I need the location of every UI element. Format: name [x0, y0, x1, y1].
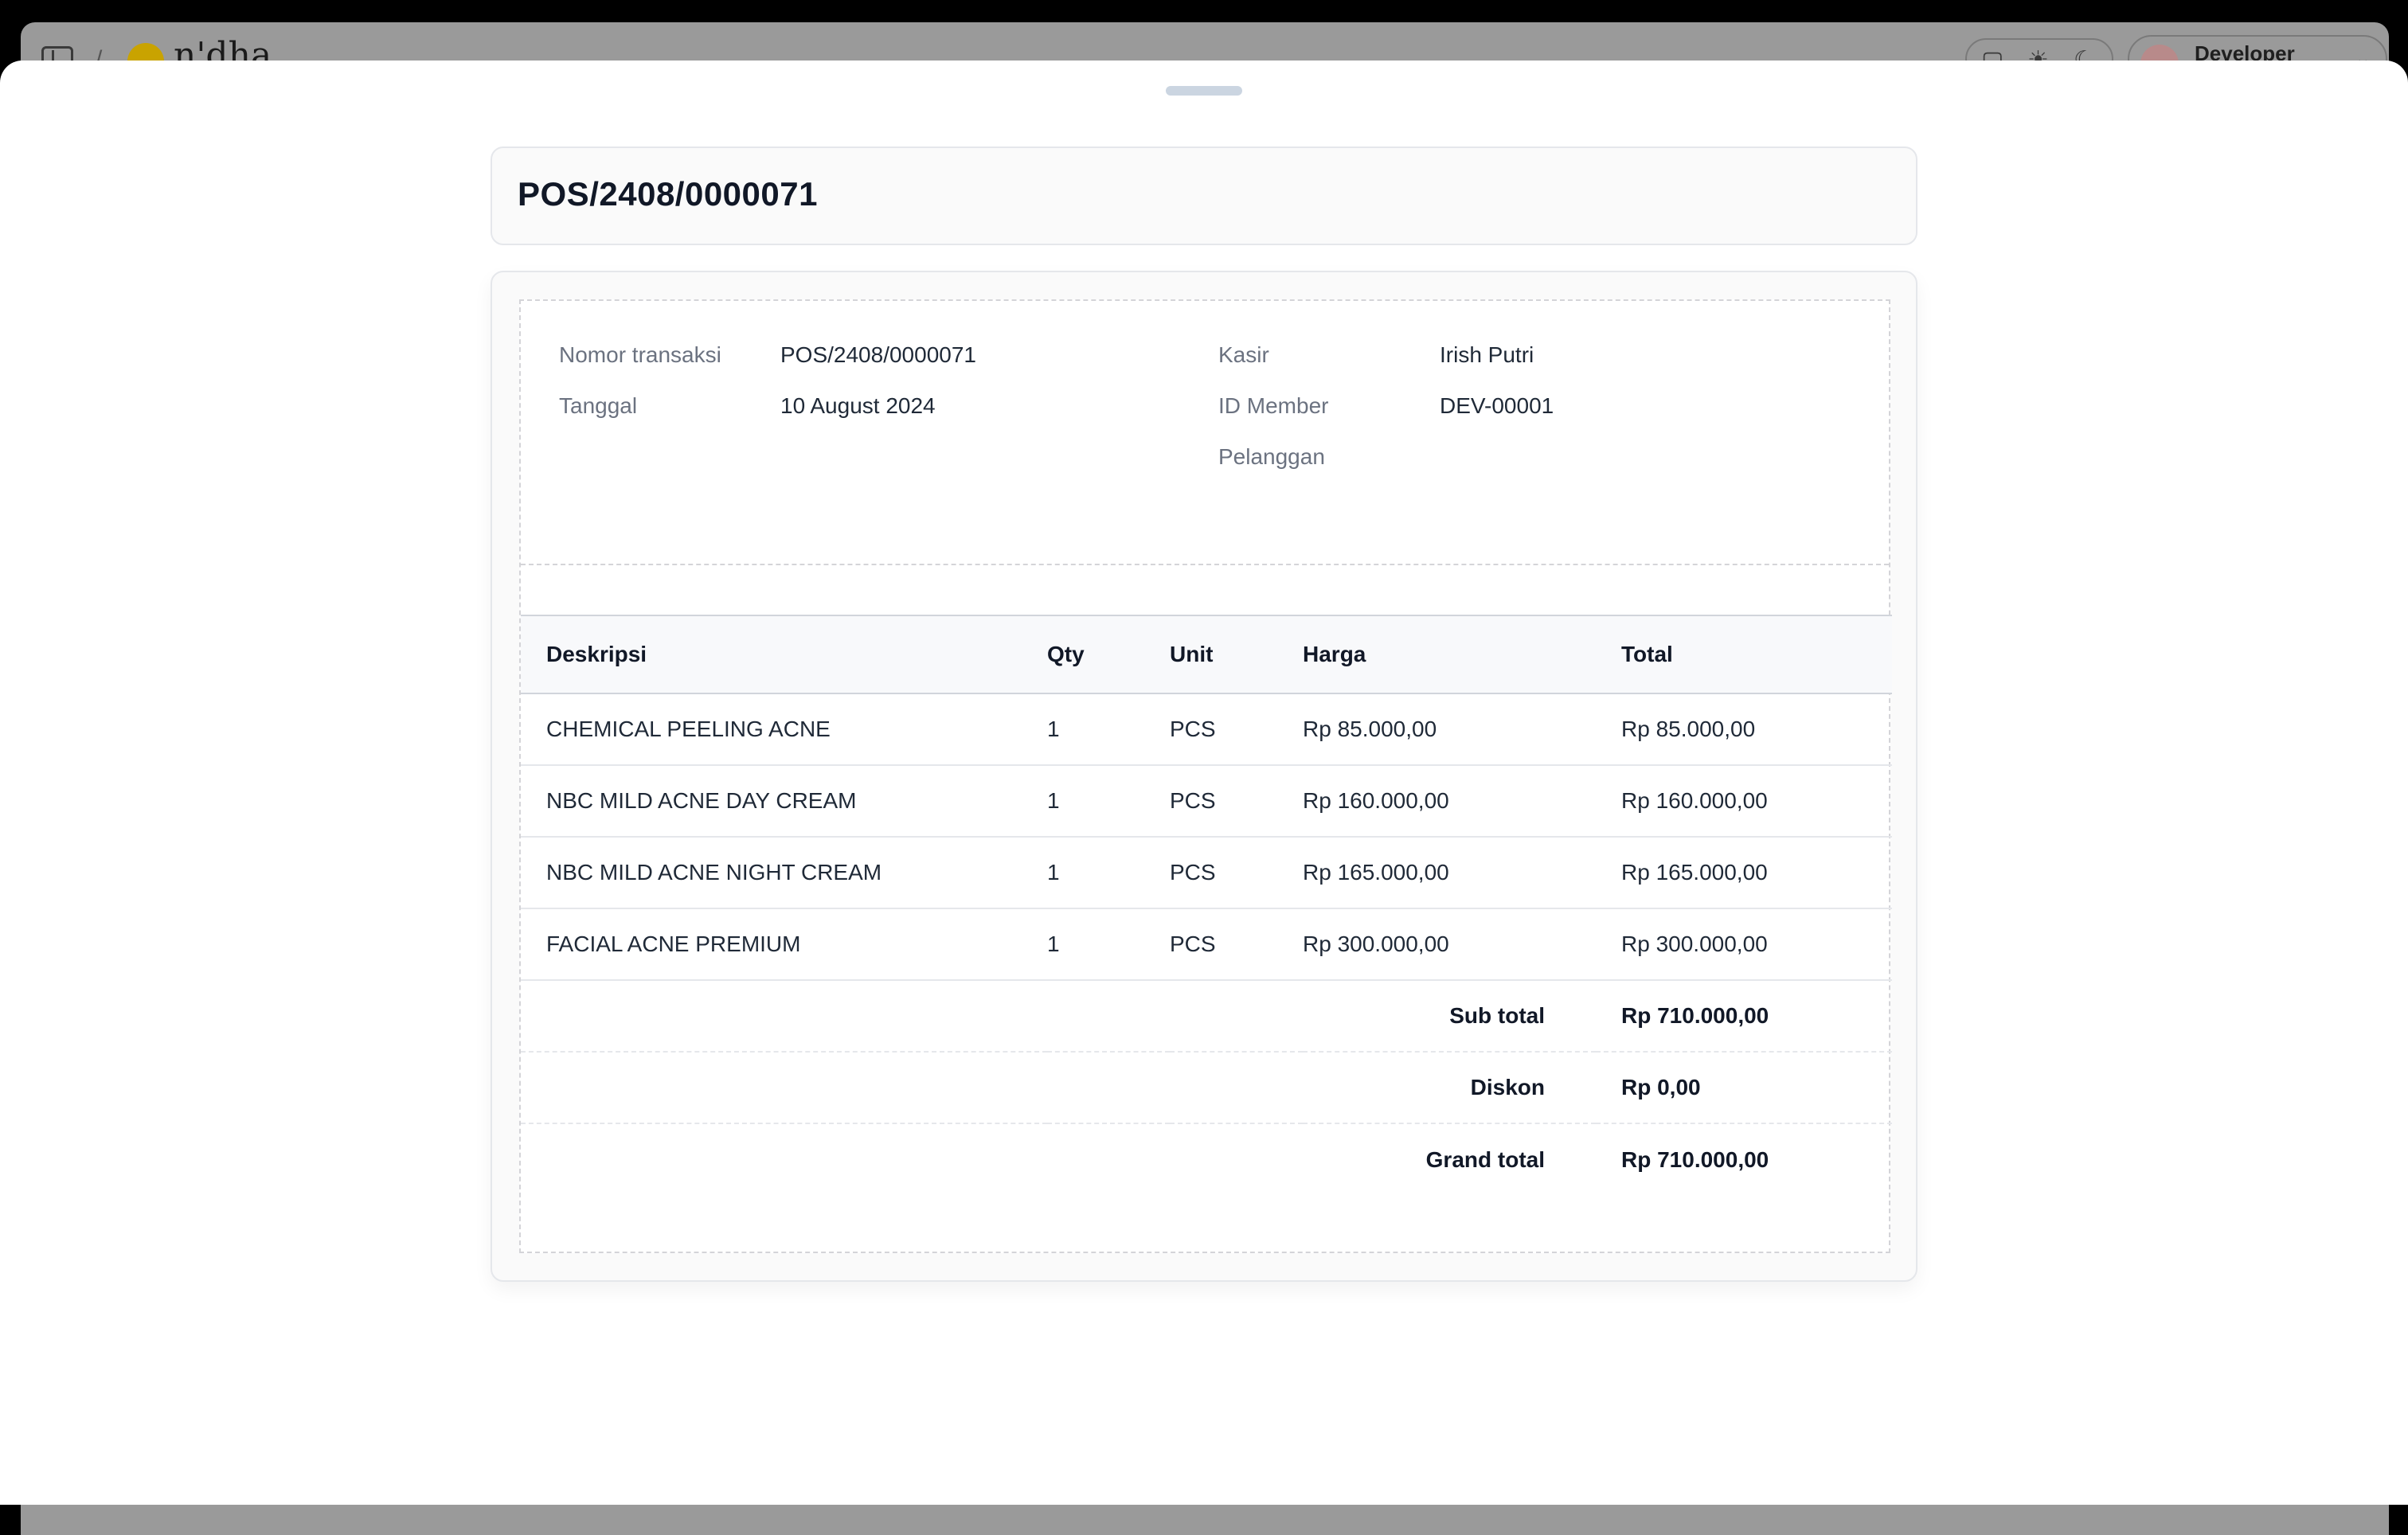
cell-unit: PCS	[1170, 717, 1216, 741]
column-header-price: Harga	[1303, 642, 1366, 666]
transaction-detail-sheet: POS/2408/0000071 Nomor transaksi POS/240…	[0, 61, 2408, 1505]
transaction-info: Nomor transaksi POS/2408/0000071 Tanggal…	[521, 301, 1889, 565]
table-row: NBC MILD ACNE NIGHT CREAM 1 PCS Rp 165.0…	[521, 837, 1892, 908]
cell-total: Rp 165.000,00	[1621, 860, 1768, 885]
column-header-description: Deskripsi	[546, 642, 647, 666]
discount-value: Rp 0,00	[1621, 1075, 1701, 1099]
cell-price: Rp 165.000,00	[1303, 860, 1449, 885]
cell-description: FACIAL ACNE PREMIUM	[546, 932, 801, 956]
cell-price: Rp 300.000,00	[1303, 932, 1449, 956]
cell-price: Rp 85.000,00	[1303, 717, 1437, 741]
items-table: Deskripsi Qty Unit Harga Total CHEMICAL …	[521, 615, 1892, 1195]
summary-row-discount: Diskon Rp 0,00	[521, 1052, 1892, 1123]
drag-handle[interactable]	[1166, 86, 1242, 96]
app-topbar: / n'dha ▢ ☀ ☾ Developer ⌄	[21, 22, 2389, 83]
info-label: Tanggal	[559, 393, 638, 418]
receipt: Nomor transaksi POS/2408/0000071 Tanggal…	[519, 299, 1892, 1253]
discount-label: Diskon	[1470, 1075, 1545, 1099]
info-label: ID Member	[1218, 393, 1329, 418]
info-value: DEV-00001	[1440, 393, 1554, 418]
cell-unit: PCS	[1170, 932, 1216, 956]
cell-price: Rp 160.000,00	[1303, 788, 1449, 813]
subtotal-value: Rp 710.000,00	[1621, 1003, 1769, 1028]
info-label: Kasir	[1218, 342, 1269, 367]
cell-qty: 1	[1047, 717, 1060, 741]
table-row: FACIAL ACNE PREMIUM 1 PCS Rp 300.000,00 …	[521, 908, 1892, 980]
info-value: POS/2408/0000071	[780, 342, 976, 367]
title-card: POS/2408/0000071	[491, 146, 1917, 245]
table-header-row: Deskripsi Qty Unit Harga Total	[521, 615, 1892, 693]
summary-row-grand-total: Grand total Rp 710.000,00	[521, 1123, 1892, 1195]
spacer-band	[521, 565, 1889, 615]
info-value: Irish Putri	[1440, 342, 1534, 367]
column-header-qty: Qty	[1047, 642, 1085, 666]
cell-total: Rp 300.000,00	[1621, 932, 1768, 956]
cell-description: NBC MILD ACNE NIGHT CREAM	[546, 860, 882, 885]
cell-qty: 1	[1047, 788, 1060, 813]
info-value: 10 August 2024	[780, 393, 936, 418]
table-row: NBC MILD ACNE DAY CREAM 1 PCS Rp 160.000…	[521, 765, 1892, 837]
column-header-total: Total	[1621, 642, 1673, 666]
detail-card: Nomor transaksi POS/2408/0000071 Tanggal…	[491, 271, 1917, 1282]
info-label: Nomor transaksi	[559, 342, 721, 367]
table-row: CHEMICAL PEELING ACNE 1 PCS Rp 85.000,00…	[521, 693, 1892, 765]
grand-total-label: Grand total	[1425, 1146, 1545, 1172]
column-header-unit: Unit	[1170, 642, 1214, 666]
cell-qty: 1	[1047, 932, 1060, 956]
cell-unit: PCS	[1170, 788, 1216, 813]
info-label: Pelanggan	[1218, 444, 1325, 469]
cell-total: Rp 85.000,00	[1621, 717, 1756, 741]
page-title: POS/2408/0000071	[518, 175, 818, 213]
cell-description: NBC MILD ACNE DAY CREAM	[546, 788, 857, 813]
summary-row-subtotal: Sub total Rp 710.000,00	[521, 980, 1892, 1052]
cell-qty: 1	[1047, 860, 1060, 885]
cell-total: Rp 160.000,00	[1621, 788, 1768, 813]
subtotal-label: Sub total	[1449, 1003, 1545, 1028]
grand-total-value: Rp 710.000,00	[1621, 1146, 1769, 1172]
cell-description: CHEMICAL PEELING ACNE	[546, 717, 831, 741]
cell-unit: PCS	[1170, 860, 1216, 885]
